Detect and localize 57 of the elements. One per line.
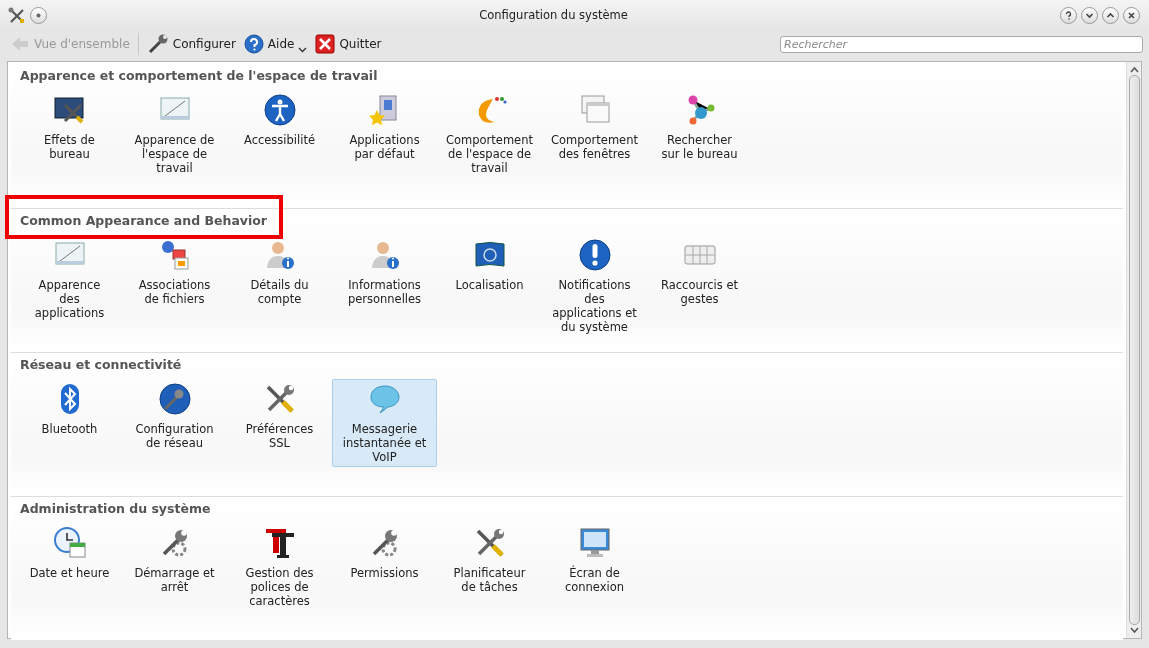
scrollbar-thumb[interactable] (1128, 75, 1140, 625)
settings-module[interactable]: Applications par défaut (332, 89, 437, 178)
dot-icon (36, 13, 41, 18)
chevron-up-icon (1106, 11, 1115, 20)
settings-module[interactable]: Informations personnelles (332, 234, 437, 337)
search-field[interactable]: Rechercher (780, 35, 1143, 53)
help-button[interactable]: Aide (239, 33, 299, 55)
settings-module[interactable]: Préférences SSL (227, 378, 332, 467)
close-icon (1127, 11, 1136, 20)
settings-module[interactable]: Configuration de réseau (122, 378, 227, 467)
wrench-icon (146, 33, 169, 55)
close-button[interactable] (1123, 7, 1140, 24)
question-mark-icon (1064, 11, 1073, 20)
settings-module[interactable]: Détails du compte (227, 234, 332, 337)
settings-module[interactable]: Bluetooth (17, 378, 122, 467)
window-menu-button[interactable] (30, 7, 47, 24)
settings-module[interactable]: Apparence de l'espace de travail (122, 89, 227, 178)
window-title: Configuration du système (479, 6, 628, 24)
caret-icon[interactable] (298, 47, 308, 53)
settings-module[interactable]: Accessibilité (227, 89, 332, 178)
accessibility-icon (262, 92, 297, 127)
settings-module[interactable]: Comportement de l'espace de travail (437, 89, 542, 178)
clock-calendar-icon (52, 525, 87, 560)
help-icon (243, 34, 264, 54)
globe-wrench-icon (157, 381, 192, 416)
settings-module[interactable]: Écran de connexion (542, 522, 647, 611)
settings-module[interactable]: Date et heure (17, 522, 122, 611)
exclamation-icon (577, 237, 612, 272)
tools-icon[interactable] (8, 6, 26, 25)
category-title: Réseau et connectivité (19, 356, 183, 374)
minimize-button[interactable] (1081, 7, 1098, 24)
settings-module[interactable]: Gestion des polices de caractères (227, 522, 332, 611)
settings-module[interactable]: Rechercher sur le bureau (647, 89, 752, 178)
back-arrow-icon (10, 35, 30, 53)
settings-module[interactable]: Associations de fichiers (122, 234, 227, 337)
settings-module[interactable]: Localisation (437, 234, 542, 337)
settings-module[interactable]: Comportement des fenêtres (542, 89, 647, 178)
settings-module[interactable]: Effets de bureau (17, 89, 122, 178)
category-title: Apparence et comportement de l'espace de travail (19, 67, 379, 85)
settings-module[interactable]: Raccourcis et gestes (647, 234, 752, 337)
settings-module[interactable]: Démarrage et arrêt (122, 522, 227, 611)
settings-module[interactable]: Notifications des applications et du système (542, 234, 647, 337)
settings-module[interactable]: Planificateur de tâches (437, 522, 542, 611)
monitor-icon (577, 525, 612, 560)
settings-module[interactable]: Apparence des applications (17, 234, 122, 337)
maximize-button[interactable] (1102, 7, 1119, 24)
category-title: Administration du système (19, 500, 212, 518)
chevron-down-icon (1085, 11, 1094, 20)
settings-module[interactable]: Permissions (332, 522, 437, 611)
quit-button[interactable]: Quitter (311, 33, 386, 55)
help-button[interactable] (1060, 7, 1077, 24)
scroll-up-icon[interactable] (1129, 66, 1139, 73)
configure-button[interactable]: Configurer (142, 32, 240, 56)
settings-module[interactable]: Messagerie instantanée et VoIP (332, 378, 437, 467)
quit-icon (315, 34, 336, 54)
scroll-down-icon[interactable] (1129, 627, 1139, 634)
category-title: Common Appearance and Behavior (19, 212, 269, 230)
